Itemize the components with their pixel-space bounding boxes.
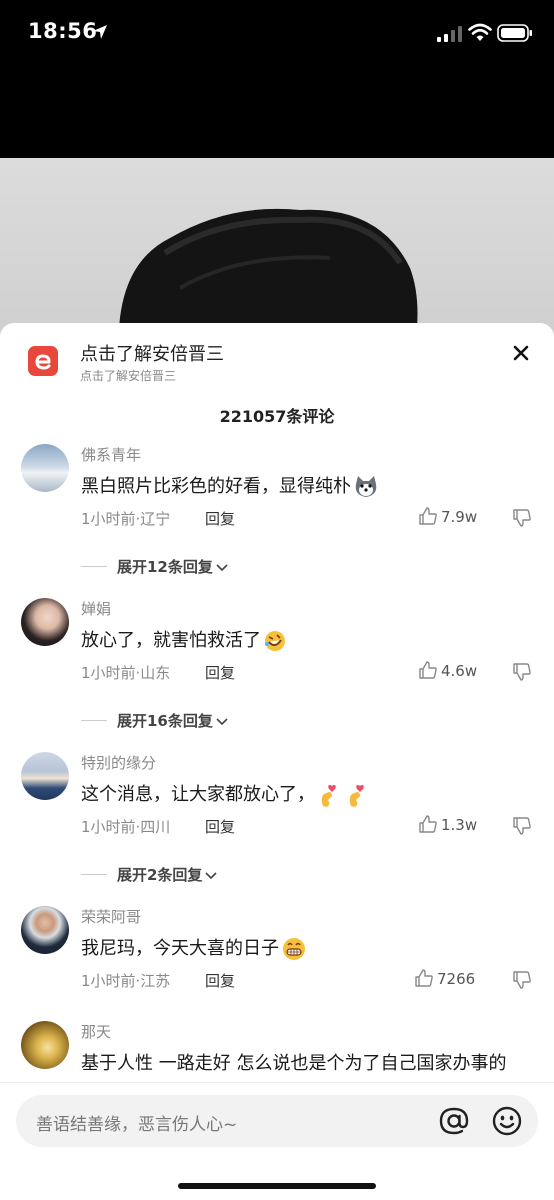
sheet-title[interactable]: 点击了解安倍晋三 [80, 340, 224, 366]
reply-button[interactable]: 回复 [205, 662, 235, 683]
comment-text[interactable]: 我尼玛，今天大喜的日子 [81, 934, 307, 962]
cellular-signal-icon [437, 26, 462, 42]
comment-text[interactable]: 黑白照片比彩色的好看，显得纯朴 [81, 472, 379, 499]
like-count: 7266 [437, 970, 476, 988]
comment-username[interactable]: 佛系青年 [81, 444, 141, 465]
thumbs-up-icon[interactable] [418, 506, 438, 526]
at-mention-icon[interactable] [438, 1105, 470, 1137]
rofl-emoji-icon [265, 631, 285, 651]
finger-heart-emoji-icon [349, 785, 364, 807]
finger-heart-emoji-icon [321, 785, 336, 807]
avatar[interactable] [21, 906, 69, 954]
comment-text-content: 我尼玛，今天大喜的日子 [81, 938, 279, 959]
comment-item: 婵娟 放心了，就害怕救活了 1小时前·山东 回复 4.6w 展开16条回复 [0, 598, 554, 731]
comment-username[interactable]: 特别的缘分 [81, 752, 156, 773]
comment-text-content: 黑白照片比彩色的好看，显得纯朴 [81, 476, 351, 497]
comment-sheet: 点击了解安倍晋三 点击了解安倍晋三 221057条评论 佛系青年 黑白照片比彩色… [0, 323, 554, 1200]
avatar[interactable] [21, 1021, 69, 1069]
expand-replies-label: 展开2条回复 [117, 866, 203, 884]
comment-input-bar: 善语结善缘，恶言伤人心~ [0, 1082, 554, 1200]
avatar[interactable] [21, 598, 69, 646]
like-count: 7.9w [441, 508, 478, 526]
comment-input-placeholder: 善语结善缘，恶言伤人心~ [36, 1115, 238, 1135]
status-time: 18:56 [28, 19, 98, 43]
comment-item: 荣荣阿哥 我尼玛，今天大喜的日子 1小时前·江苏 回复 7266 [0, 906, 554, 1036]
reply-button[interactable]: 回复 [205, 970, 235, 991]
comment-text[interactable]: 基于人性 一路走好 怎么说也是个为了自己国家办事的 [81, 1049, 506, 1075]
expand-replies-button[interactable]: 展开16条回复 [81, 710, 229, 731]
expand-replies-button[interactable]: 展开12条回复 [81, 556, 229, 577]
app-logo-icon[interactable] [28, 346, 58, 376]
husky-emoji-icon [355, 476, 377, 497]
expand-replies-label: 展开12条回复 [117, 558, 213, 576]
emoji-picker-icon[interactable] [491, 1105, 523, 1137]
reply-button[interactable]: 回复 [205, 508, 235, 529]
home-indicator[interactable] [178, 1183, 376, 1189]
avatar[interactable] [21, 444, 69, 492]
comment-meta: 1小时前·四川 [81, 818, 171, 836]
chevron-down-icon [216, 563, 228, 571]
chevron-down-icon [216, 717, 228, 725]
comment-username[interactable]: 荣荣阿哥 [81, 906, 141, 927]
comment-text-content: 放心了，就害怕救活了 [81, 630, 261, 651]
chevron-down-icon [205, 871, 218, 879]
wifi-icon [468, 23, 492, 41]
thumbs-down-icon[interactable] [512, 662, 532, 682]
expand-replies-button[interactable]: 展开2条回复 [81, 864, 218, 885]
thumbs-up-icon[interactable] [414, 968, 434, 988]
close-icon[interactable] [508, 340, 534, 366]
sheet-subtitle: 点击了解安倍晋三 [80, 369, 177, 383]
grinning-emoji-icon [283, 938, 305, 960]
battery-icon [497, 24, 532, 42]
expand-replies-label: 展开16条回复 [117, 712, 213, 730]
comment-username[interactable]: 婵娟 [81, 598, 111, 619]
thumbs-down-icon[interactable] [512, 508, 532, 528]
divider [81, 874, 107, 875]
thumbs-down-icon[interactable] [512, 816, 532, 836]
comment-count: 221057条评论 [219, 407, 335, 426]
comment-text-content: 这个消息，让大家都放心了， [81, 784, 315, 805]
location-arrow-icon [93, 25, 107, 39]
comment-text[interactable]: 放心了，就害怕救活了 [81, 626, 287, 653]
comment-meta: 1小时前·江苏 [81, 972, 171, 990]
comment-username[interactable]: 那天 [81, 1021, 111, 1042]
thumbs-down-icon[interactable] [512, 970, 532, 990]
comment-meta: 1小时前·山东 [81, 664, 171, 682]
reply-button[interactable]: 回复 [205, 816, 235, 837]
comment-meta: 1小时前·辽宁 [81, 510, 171, 528]
like-count: 1.3w [441, 816, 478, 834]
thumbs-up-icon[interactable] [418, 814, 438, 834]
status-bar: 18:56 [0, 0, 554, 70]
comment-item: 特别的缘分 这个消息，让大家都放心了， 1小时前·四川 回复 1.3w 展开2条… [0, 752, 554, 885]
avatar[interactable] [21, 752, 69, 800]
comment-item: 佛系青年 黑白照片比彩色的好看，显得纯朴 1小时前·辽宁 回复 7.9w 展开1… [0, 444, 554, 577]
like-count: 4.6w [441, 662, 478, 680]
comment-text[interactable]: 这个消息，让大家都放心了， [81, 780, 371, 808]
divider [81, 566, 107, 567]
thumbs-up-icon[interactable] [418, 660, 438, 680]
comment-input[interactable]: 善语结善缘，恶言伤人心~ [16, 1095, 538, 1147]
divider [81, 720, 107, 721]
